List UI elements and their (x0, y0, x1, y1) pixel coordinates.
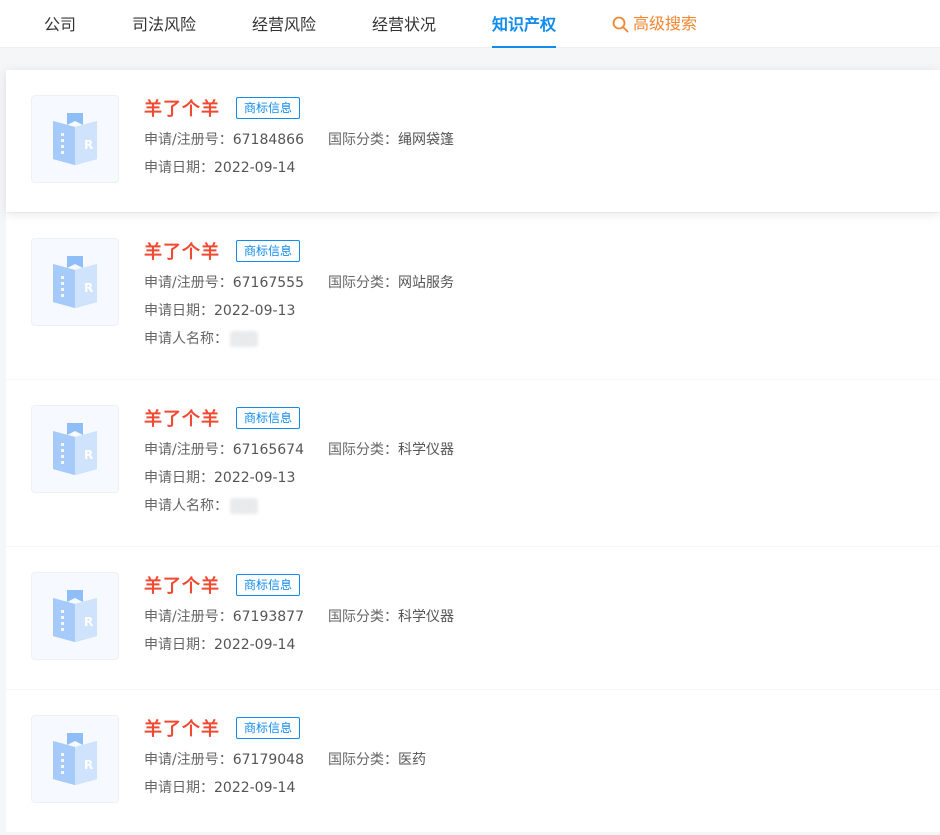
trademark-info-tag[interactable]: 商标信息 (236, 717, 301, 739)
trademark-name[interactable]: 羊了个羊 (144, 238, 220, 264)
reg-no-value: 67184866 (232, 132, 304, 148)
trademark-card[interactable]: R 羊了个羊 商标信息 申请/注册号：67165674 国际分类：科学仪器 申请日期：2… (6, 380, 940, 546)
reg-no-label: 申请/注册号： (144, 609, 233, 625)
trademark-info: 羊了个羊 商标信息 申请/注册号：67167555 国际分类：网站服务 申请日期：202… (144, 238, 454, 348)
title-row: 羊了个羊 商标信息 (144, 715, 426, 741)
trademark-card[interactable]: R 羊了个羊 商标信息 申请/注册号：67184866 国际分类：绳网袋篷 申请日期：2… (6, 70, 940, 212)
apply-date-label: 申请日期： (144, 470, 214, 486)
svg-text:R: R (84, 138, 93, 152)
apply-date-value: 2022-09-14 (214, 780, 296, 796)
applicant-line: 申请人名称： (144, 330, 454, 348)
trademark-name[interactable]: 羊了个羊 (144, 405, 220, 431)
intl-class-label: 国际分类： (327, 752, 398, 768)
intl-class-label: 国际分类： (327, 609, 398, 625)
apply-date-label: 申请日期： (144, 303, 214, 319)
title-row: 羊了个羊 商标信息 (144, 238, 454, 264)
tab-company[interactable]: 公司 (44, 0, 76, 48)
list-top-gap (6, 48, 940, 70)
top-nav: 公司 司法风险 经营风险 经营状况 知识产权 高级搜索 (0, 0, 940, 48)
intl-class-value: 绳网袋篷 (397, 132, 454, 148)
trademark-card[interactable]: R 羊了个羊 商标信息 申请/注册号：67167555 国际分类：网站服务 申请日期：2… (6, 213, 940, 379)
trademark-info: 羊了个羊 商标信息 申请/注册号：67179048 国际分类：医药 申请日期：2022-… (144, 715, 426, 797)
advanced-search-link[interactable]: 高级搜索 (612, 0, 697, 48)
apply-date-line: 申请日期：2022-09-14 (144, 159, 454, 177)
intl-class-value: 医药 (397, 752, 426, 768)
apply-date-line: 申请日期：2022-09-14 (144, 779, 426, 797)
trademark-thumbnail[interactable]: R (31, 405, 119, 493)
trademark-info-tag[interactable]: 商标信息 (236, 240, 301, 262)
applicant-redacted (230, 498, 258, 514)
intl-class-label: 国际分类： (327, 275, 398, 291)
reg-class-line: 申请/注册号：67184866 国际分类：绳网袋篷 (144, 131, 454, 149)
trademark-name[interactable]: 羊了个羊 (144, 715, 220, 741)
apply-date-value: 2022-09-14 (214, 160, 296, 176)
applicant-label: 申请人名称： (144, 331, 228, 347)
applicant-redacted (230, 331, 258, 347)
trademark-thumbnail[interactable]: R (31, 572, 119, 660)
tab-intellectual-property[interactable]: 知识产权 (492, 0, 557, 48)
svg-text:R: R (84, 758, 93, 772)
svg-text:R: R (84, 615, 93, 629)
reg-no-label: 申请/注册号： (144, 132, 233, 148)
trademark-name[interactable]: 羊了个羊 (144, 572, 220, 598)
apply-date-line: 申请日期：2022-09-13 (144, 302, 454, 320)
trademark-name[interactable]: 羊了个羊 (144, 95, 220, 121)
intl-class-value: 科学仪器 (397, 609, 454, 625)
trademark-info: 羊了个羊 商标信息 申请/注册号：67184866 国际分类：绳网袋篷 申请日期：202… (144, 95, 454, 177)
trademark-book-icon: R (53, 256, 97, 308)
intl-class-value: 网站服务 (397, 275, 454, 291)
svg-text:R: R (84, 448, 93, 462)
intl-class-value: 科学仪器 (397, 442, 454, 458)
trademark-list: R 羊了个羊 商标信息 申请/注册号：67184866 国际分类：绳网袋篷 申请日期：2… (6, 48, 940, 835)
reg-no-value: 67165674 (232, 442, 304, 458)
trademark-info: 羊了个羊 商标信息 申请/注册号：67193877 国际分类：科学仪器 申请日期：202… (144, 572, 454, 654)
reg-no-value: 67193877 (232, 609, 304, 625)
intl-class-label: 国际分类： (327, 132, 398, 148)
reg-no-label: 申请/注册号： (144, 275, 233, 291)
apply-date-line: 申请日期：2022-09-14 (144, 636, 454, 654)
trademark-info: 羊了个羊 商标信息 申请/注册号：67165674 国际分类：科学仪器 申请日期：202… (144, 405, 454, 515)
tab-operation-risk[interactable]: 经营风险 (252, 0, 316, 48)
trademark-book-icon: R (53, 733, 97, 785)
trademark-thumbnail[interactable]: R (31, 238, 119, 326)
trademark-info-tag[interactable]: 商标信息 (236, 407, 301, 429)
reg-class-line: 申请/注册号：67193877 国际分类：科学仪器 (144, 608, 454, 626)
reg-class-line: 申请/注册号：67179048 国际分类：医药 (144, 751, 426, 769)
apply-date-line: 申请日期：2022-09-13 (144, 469, 454, 487)
trademark-book-icon: R (53, 590, 97, 642)
apply-date-label: 申请日期： (144, 780, 214, 796)
trademark-card[interactable]: R 羊了个羊 商标信息 申请/注册号：67193877 国际分类：科学仪器 申请日期：2… (6, 547, 940, 689)
reg-no-label: 申请/注册号： (144, 752, 233, 768)
apply-date-label: 申请日期： (144, 160, 214, 176)
applicant-label: 申请人名称： (144, 498, 228, 514)
reg-no-label: 申请/注册号： (144, 442, 233, 458)
reg-class-line: 申请/注册号：67167555 国际分类：网站服务 (144, 274, 454, 292)
apply-date-value: 2022-09-13 (214, 470, 296, 486)
tab-operation-status[interactable]: 经营状况 (372, 0, 436, 48)
trademark-card[interactable]: R 羊了个羊 商标信息 申请/注册号：67179048 国际分类：医药 申请日期：202… (6, 690, 940, 832)
apply-date-value: 2022-09-14 (214, 637, 296, 653)
reg-no-value: 67179048 (232, 752, 304, 768)
trademark-book-icon: R (53, 113, 97, 165)
trademark-info-tag[interactable]: 商标信息 (236, 97, 301, 119)
reg-class-line: 申请/注册号：67165674 国际分类：科学仪器 (144, 441, 454, 459)
trademark-thumbnail[interactable]: R (31, 95, 119, 183)
title-row: 羊了个羊 商标信息 (144, 405, 454, 431)
svg-text:R: R (84, 281, 93, 295)
intl-class-label: 国际分类： (327, 442, 398, 458)
title-row: 羊了个羊 商标信息 (144, 572, 454, 598)
trademark-book-icon: R (53, 423, 97, 475)
apply-date-value: 2022-09-13 (214, 303, 296, 319)
tab-judicial-risk[interactable]: 司法风险 (132, 0, 196, 48)
advanced-search-label: 高级搜索 (633, 14, 698, 33)
trademark-thumbnail[interactable]: R (31, 715, 119, 803)
trademark-info-tag[interactable]: 商标信息 (236, 574, 301, 596)
apply-date-label: 申请日期： (144, 637, 214, 653)
title-row: 羊了个羊 商标信息 (144, 95, 454, 121)
reg-no-value: 67167555 (232, 275, 304, 291)
search-icon (612, 16, 629, 33)
applicant-line: 申请人名称： (144, 497, 454, 515)
